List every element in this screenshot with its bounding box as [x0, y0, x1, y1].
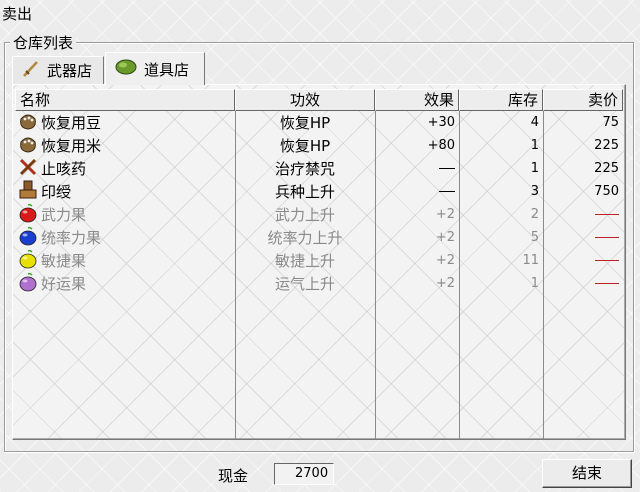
item-name: 恢复用米 — [41, 137, 102, 155]
unsellable-dash — [595, 237, 619, 238]
bean-icon — [114, 57, 138, 81]
column-divider — [543, 111, 544, 439]
table-row[interactable]: 恢复用豆 恢复HP +30 4 75 — [15, 111, 623, 134]
header-effect[interactable]: 功效 — [235, 89, 375, 111]
herb-icon — [17, 157, 39, 181]
sword-icon — [21, 59, 41, 83]
item-effect: 武力上升 — [274, 206, 335, 224]
item-name: 恢复用豆 — [41, 114, 102, 132]
column-divider — [235, 111, 236, 439]
item-stock: 2 — [530, 207, 539, 222]
item-name: 止咳药 — [41, 160, 87, 178]
header-price[interactable]: 卖价 — [543, 89, 623, 111]
item-stock: 3 — [530, 184, 539, 199]
item-effect: 统率力上升 — [267, 229, 343, 247]
blue-fruit-icon — [17, 226, 39, 250]
table-header: 名称 功效 效果 库存 卖价 — [15, 89, 623, 111]
unsellable-dash — [595, 260, 619, 261]
item-value: +2 — [435, 207, 455, 222]
item-price — [543, 253, 623, 268]
seal-icon — [17, 180, 39, 204]
item-effect: 恢复HP — [279, 114, 331, 132]
row-name-cell: 武力果 — [15, 203, 235, 227]
purple-fruit-icon — [17, 272, 39, 296]
group-label: 仓库列表 — [10, 32, 77, 53]
unsellable-dash — [595, 283, 619, 284]
row-name-cell: 恢复用豆 — [15, 111, 235, 135]
row-name-cell: 恢复用米 — [15, 134, 235, 158]
item-price: 225 — [594, 161, 619, 176]
item-price: 75 — [602, 115, 619, 130]
table-row[interactable]: 敏捷果 敏捷上升 +2 11 — [15, 249, 623, 272]
yellow-fruit-icon — [17, 249, 39, 273]
tab-weapon-label: 武器店 — [47, 62, 93, 80]
item-effect: 运气上升 — [274, 275, 335, 293]
item-price: 750 — [594, 184, 619, 199]
table-body: 恢复用豆恢复HP+30475恢复用米恢复HP+801225止咳药治疗禁咒—122… — [15, 111, 623, 295]
item-name: 敏捷果 — [41, 252, 87, 270]
item-value: — — [375, 161, 459, 176]
rice-pouch-icon — [17, 134, 39, 158]
item-name: 印绶 — [41, 183, 72, 201]
empty-value-dash — [439, 191, 455, 192]
item-stock: 1 — [530, 276, 539, 291]
table-row[interactable]: 止咳药 治疗禁咒 — 1 225 — [15, 157, 623, 180]
tab-item-shop[interactable]: 道具店 — [105, 52, 205, 85]
row-name-cell: 止咳药 — [15, 157, 235, 181]
item-effect: 敏捷上升 — [274, 252, 335, 270]
row-name-cell: 好运果 — [15, 272, 235, 296]
item-stock: 1 — [530, 138, 539, 153]
header-value[interactable]: 效果 — [375, 89, 459, 111]
item-name: 武力果 — [41, 206, 87, 224]
row-name-cell: 敏捷果 — [15, 249, 235, 273]
end-button[interactable]: 结束 — [542, 459, 632, 488]
item-value: +30 — [427, 115, 455, 130]
column-divider — [459, 111, 460, 439]
item-value: +2 — [435, 253, 455, 268]
item-price — [543, 276, 623, 291]
red-fruit-icon — [17, 203, 39, 227]
table-row[interactable]: 恢复用米 恢复HP +80 1 225 — [15, 134, 623, 157]
item-price — [543, 207, 623, 222]
item-stock: 1 — [530, 161, 539, 176]
item-name: 好运果 — [41, 275, 87, 293]
empty-value-dash — [439, 168, 455, 169]
table-row[interactable]: 印绶 兵种上升 — 3 750 — [15, 180, 623, 203]
item-value: +2 — [435, 230, 455, 245]
item-name: 统率力果 — [41, 229, 102, 247]
money-value: 2700 — [274, 463, 334, 485]
row-name-cell: 统率力果 — [15, 226, 235, 250]
bean-pouch-icon — [17, 111, 39, 135]
item-stock: 4 — [530, 115, 539, 130]
item-value: +2 — [435, 276, 455, 291]
item-price — [543, 230, 623, 245]
window-title: 卖出 — [2, 5, 33, 23]
money-label: 现金 — [218, 467, 249, 485]
header-name[interactable]: 名称 — [15, 89, 235, 111]
inventory-table: 名称 功效 效果 库存 卖价 恢复用豆 恢复HP +30 4 75 恢复用米 恢复HP +80… — [15, 89, 623, 295]
item-effect: 治疗禁咒 — [274, 160, 335, 178]
header-stock[interactable]: 库存 — [459, 89, 543, 111]
table-row[interactable]: 统率力果 统率力上升 +2 5 — [15, 226, 623, 249]
table-row[interactable]: 好运果 运气上升 +2 1 — [15, 272, 623, 295]
item-stock: 5 — [530, 230, 539, 245]
tab-weapon-shop[interactable]: 武器店 — [12, 56, 104, 84]
item-value: +80 — [427, 138, 455, 153]
item-stock: 11 — [522, 253, 539, 268]
item-value: — — [375, 184, 459, 199]
row-name-cell: 印绶 — [15, 180, 235, 204]
item-price: 225 — [594, 138, 619, 153]
unsellable-dash — [595, 214, 619, 215]
tab-item-label: 道具店 — [144, 60, 190, 79]
table-row[interactable]: 武力果 武力上升 +2 2 — [15, 203, 623, 226]
item-effect: 恢复HP — [279, 137, 331, 155]
column-divider — [375, 111, 376, 439]
item-list-panel: 名称 功效 效果 库存 卖价 恢复用豆 恢复HP +30 4 75 恢复用米 恢复HP +80… — [12, 84, 626, 440]
item-effect: 兵种上升 — [274, 183, 335, 201]
